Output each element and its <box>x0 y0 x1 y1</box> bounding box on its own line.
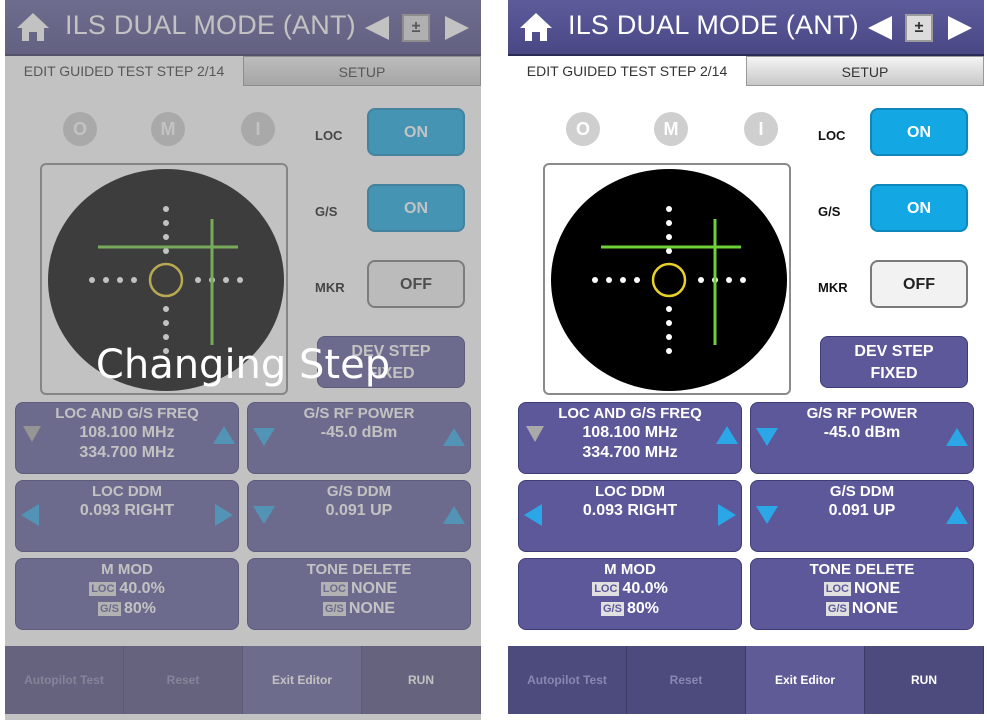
reset-button[interactable]: Reset <box>627 646 746 714</box>
calculator-icon[interactable]: ± <box>905 14 933 42</box>
rf-power-title: G/S RF POWER <box>806 405 918 422</box>
freq-title: LOC AND G/S FREQ <box>558 405 702 422</box>
prev-arrow-icon[interactable] <box>864 14 894 42</box>
gs-ddm-value: 0.091 UP <box>828 502 896 519</box>
gs-ddm-title: G/S DDM <box>829 483 895 500</box>
dev-step-label: DEV STEP <box>854 343 934 360</box>
m-mod-panel[interactable]: M MOD LOC 40.0% G/S 80% <box>518 558 742 630</box>
screen-changing-step: ILS DUAL MODE (ANT) ± EDIT GUIDED TEST S… <box>5 0 481 720</box>
gs-ddm-panel[interactable]: G/S DDM 0.091 UP <box>750 480 974 552</box>
gs-badge: G/S <box>601 602 624 616</box>
rf-power-panel[interactable]: G/S RF POWER -45.0 dBm <box>750 402 974 474</box>
rf-power-down-arrow-icon[interactable] <box>755 427 779 447</box>
app-title: ILS DUAL MODE (ANT) <box>568 10 859 40</box>
loc-ddm-panel[interactable]: LOC DDM 0.093 RIGHT <box>518 480 742 552</box>
loc-ddm-left-arrow-icon[interactable] <box>523 503 543 527</box>
tab-setup[interactable]: SETUP <box>746 56 984 86</box>
title-bar: ILS DUAL MODE (ANT) ± <box>508 0 984 56</box>
loc-ddm-right-arrow-icon[interactable] <box>717 503 737 527</box>
tone-delete-loc-value: NONE <box>854 580 901 597</box>
dev-step-button[interactable]: DEV STEP FIXED <box>820 336 968 388</box>
tone-delete-title: TONE DELETE <box>809 561 915 578</box>
gs-toggle-button[interactable]: ON <box>870 184 968 232</box>
autopilot-test-button[interactable]: Autopilot Test <box>508 646 627 714</box>
gs-freq-value: 334.700 MHz <box>582 444 678 461</box>
deviation-display <box>543 163 791 395</box>
rf-power-up-arrow-icon[interactable] <box>945 427 969 447</box>
dev-step-value: FIXED <box>870 365 918 382</box>
inner-marker-indicator: I <box>744 112 778 146</box>
middle-marker-indicator: M <box>654 112 688 146</box>
loc-toggle-button[interactable]: ON <box>870 108 968 156</box>
freq-down-arrow-icon[interactable] <box>525 425 545 443</box>
main-content: O M I LOC ON G/S ON MKR OFF DEV STEP FIX… <box>508 86 984 646</box>
exit-editor-button[interactable]: Exit Editor <box>746 646 865 714</box>
tone-delete-gs-value: NONE <box>851 600 899 617</box>
gs-label: G/S <box>818 204 841 219</box>
loc-badge: LOC <box>823 582 851 596</box>
gs-ddm-up-arrow-icon[interactable] <box>945 505 969 525</box>
run-button[interactable]: RUN <box>865 646 984 714</box>
loc-ddm-value: 0.093 RIGHT <box>582 502 678 519</box>
next-arrow-icon[interactable] <box>946 14 976 42</box>
loc-freq-value: 108.100 MHz <box>582 424 678 441</box>
tone-delete-panel[interactable]: TONE DELETE LOC NONE G/S NONE <box>750 558 974 630</box>
loc-label: LOC <box>818 128 846 143</box>
bottom-bar: Autopilot Test Reset Exit Editor RUN <box>508 646 984 714</box>
crosshair-scope <box>551 169 787 391</box>
m-mod-title: M MOD <box>604 561 656 578</box>
m-mod-gs-value: 80% <box>626 600 659 617</box>
freq-panel[interactable]: LOC AND G/S FREQ 108.100 MHz 334.700 MHz <box>518 402 742 474</box>
mkr-label: MKR <box>818 280 848 295</box>
gs-badge: G/S <box>825 602 849 616</box>
loc-ddm-title: LOC DDM <box>595 483 665 500</box>
tab-edit-step[interactable]: EDIT GUIDED TEST STEP 2/14 <box>508 56 746 86</box>
m-mod-loc-value: 40.0% <box>622 580 668 597</box>
freq-up-arrow-icon[interactable] <box>715 425 739 445</box>
home-icon[interactable] <box>518 10 554 44</box>
loc-badge: LOC <box>592 582 620 596</box>
mkr-toggle-button[interactable]: OFF <box>870 260 968 308</box>
gs-ddm-down-arrow-icon[interactable] <box>755 505 779 525</box>
changing-step-message: Changing Step <box>95 342 391 388</box>
outer-marker-indicator: O <box>566 112 600 146</box>
screen-edit-step: ILS DUAL MODE (ANT) ± EDIT GUIDED TEST S… <box>508 0 984 720</box>
rf-power-value: -45.0 dBm <box>823 424 901 441</box>
